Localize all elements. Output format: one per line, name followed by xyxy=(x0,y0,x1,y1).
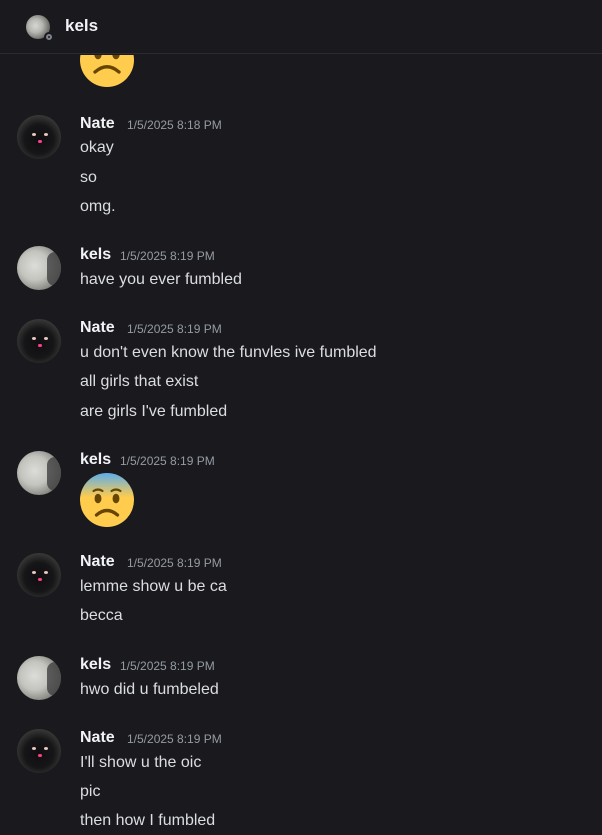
message-timestamp: 1/5/2025 8:19 PM xyxy=(127,556,222,570)
channel-user-name[interactable]: kels xyxy=(65,16,98,36)
message-text: u don't even know the funvles ive fumble… xyxy=(80,344,377,361)
message-timestamp: 1/5/2025 8:18 PM xyxy=(127,118,222,132)
black-cat-avatar-icon[interactable] xyxy=(17,553,61,597)
message-text: then how I fumbled xyxy=(80,812,216,829)
white-cat-avatar-icon[interactable] xyxy=(17,451,61,495)
black-cat-avatar-icon[interactable] xyxy=(17,319,61,363)
message-text: pic xyxy=(80,783,101,800)
message-text: okay xyxy=(80,139,114,156)
message-text: are girls I've fumbled xyxy=(80,403,228,420)
channel-header: kels xyxy=(0,0,602,54)
message-text: lemme show u be ca xyxy=(80,578,227,595)
message-author[interactable]: kels xyxy=(80,246,111,264)
anxious-face-with-sweat-emoji-icon xyxy=(80,473,134,527)
message-author[interactable]: Nate xyxy=(80,729,115,747)
message-timestamp: 1/5/2025 8:19 PM xyxy=(127,732,222,746)
black-cat-avatar-icon[interactable] xyxy=(17,729,61,773)
offline-status-icon xyxy=(44,32,54,42)
message-text: omg. xyxy=(80,198,116,215)
message-timestamp: 1/5/2025 8:19 PM xyxy=(127,322,222,336)
message-author[interactable]: Nate xyxy=(80,319,115,337)
message-timestamp: 1/5/2025 8:19 PM xyxy=(120,249,215,263)
message-author[interactable]: kels xyxy=(80,451,111,469)
message-text: all girls that exist xyxy=(80,373,199,390)
message-text: hwo did u fumbeled xyxy=(80,681,219,698)
message-timestamp: 1/5/2025 8:19 PM xyxy=(120,454,215,468)
black-cat-avatar-icon[interactable] xyxy=(17,115,61,159)
message-text: so xyxy=(80,169,97,186)
message-list: Nate 1/5/2025 8:18 PM okay so omg. kels … xyxy=(0,55,602,835)
message-text: I'll show u the oic xyxy=(80,754,202,771)
message-author[interactable]: Nate xyxy=(80,553,115,571)
white-cat-avatar-icon[interactable] xyxy=(17,656,61,700)
frowning-face-emoji-icon xyxy=(80,55,134,87)
white-cat-avatar-icon[interactable] xyxy=(17,246,61,290)
message-timestamp: 1/5/2025 8:19 PM xyxy=(120,659,215,673)
message-author[interactable]: kels xyxy=(80,656,111,674)
message-author[interactable]: Nate xyxy=(80,115,115,133)
message-text: have you ever fumbled xyxy=(80,271,242,288)
message-text: becca xyxy=(80,607,123,624)
white-cat-avatar-icon[interactable] xyxy=(26,15,54,42)
